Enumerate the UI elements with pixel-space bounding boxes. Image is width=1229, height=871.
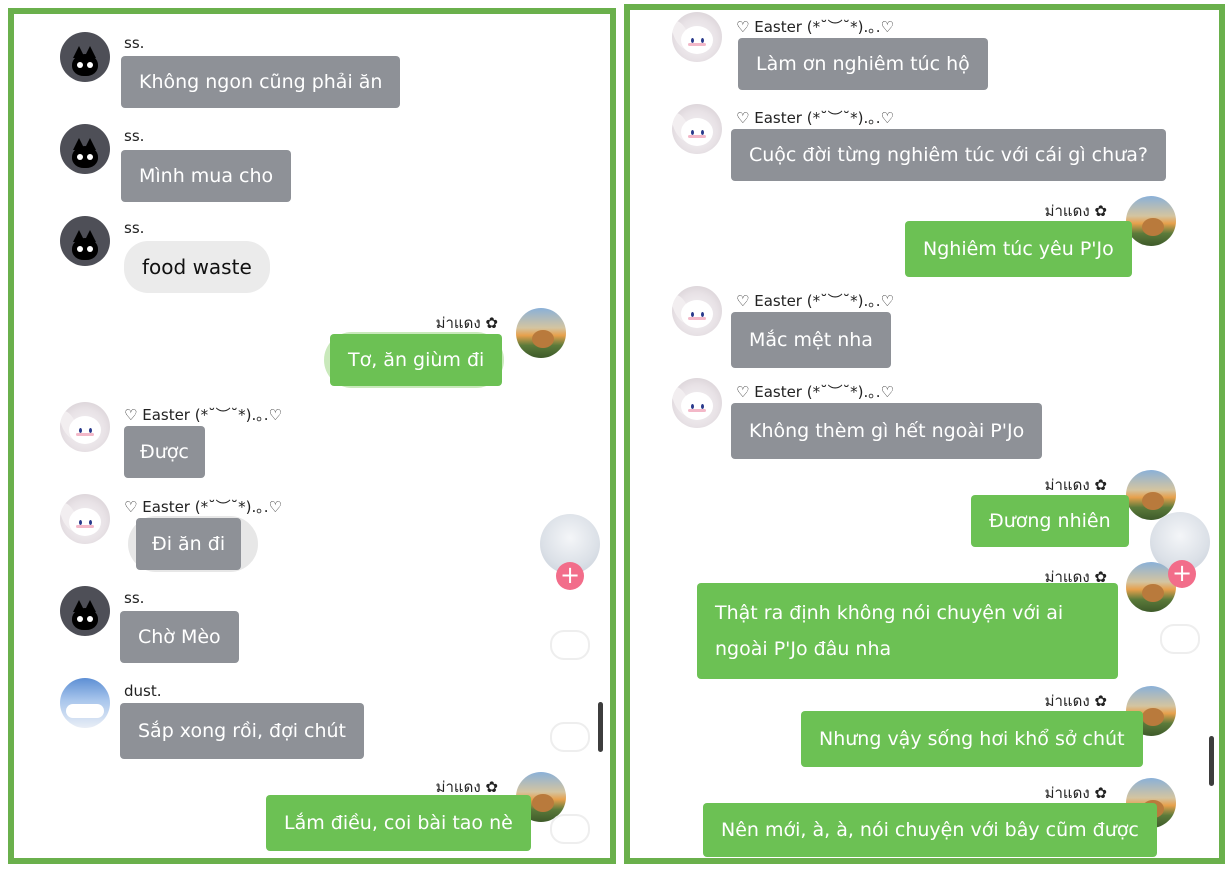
avatar-ss[interactable] — [60, 124, 110, 174]
sender-name: ss. — [124, 127, 145, 145]
sender-name: ss. — [124, 219, 145, 237]
add-plus-icon[interactable]: + — [1168, 560, 1196, 588]
message-bubble[interactable]: Đương nhiên — [971, 495, 1129, 547]
message-bubble[interactable]: Mình mua cho — [121, 150, 292, 202]
message-bubble[interactable]: Làm ơn nghiêm túc hộ — [738, 38, 988, 90]
avatar-me[interactable] — [1126, 196, 1176, 246]
avatar-me[interactable] — [516, 308, 566, 358]
avatar-easter[interactable] — [60, 494, 110, 544]
sender-name: ♡ Easter (*˘︶˘*).｡.♡ — [124, 498, 282, 516]
avatar-me[interactable] — [1126, 470, 1176, 520]
chat-panel-left: ss. Không ngon cũng phải ăn ss. Mình mua… — [8, 8, 616, 864]
sender-name: ♡ Easter (*˘︶˘*).｡.♡ — [736, 292, 894, 310]
message-bubble[interactable]: Không ngon cũng phải ăn — [121, 56, 401, 108]
avatar-easter[interactable] — [672, 378, 722, 428]
sender-name: ss. — [124, 589, 145, 607]
message-bubble[interactable]: Nên mới, à, à, nói chuyện với bây cũm đư… — [703, 803, 1157, 857]
message-bubble[interactable]: Sắp xong rồi, đợi chút — [120, 703, 365, 759]
sender-name: ม่าแดง ✿ — [1044, 784, 1107, 802]
sender-name: ♡ Easter (*˘︶˘*).｡.♡ — [736, 18, 894, 36]
sender-name: ♡ Easter (*˘︶˘*).｡.♡ — [124, 406, 282, 424]
sender-name: ♡ Easter (*˘︶˘*).｡.♡ — [736, 109, 894, 127]
message-bubble[interactable]: Cuộc đời từng nghiêm túc với cái gì chưa… — [731, 129, 1166, 181]
message-bubble[interactable]: Tơ, ăn giùm đi — [330, 334, 503, 386]
sender-name: ♡ Easter (*˘︶˘*).｡.♡ — [736, 383, 894, 401]
sender-name: dust. — [124, 682, 162, 700]
message-bubble[interactable]: Nghiêm túc yêu P'Jo — [905, 221, 1132, 277]
message-bubble[interactable]: Được — [124, 426, 205, 478]
sender-name: ม่าแดง ✿ — [1044, 692, 1107, 710]
avatar-ss[interactable] — [60, 586, 110, 636]
avatar-easter[interactable] — [672, 104, 722, 154]
more-icon[interactable] — [550, 722, 590, 752]
avatar-ss[interactable] — [60, 216, 110, 266]
sender-name: ม่าแดง ✿ — [1044, 202, 1107, 220]
message-bubble[interactable]: Chờ Mèo — [120, 611, 239, 663]
scrollbar[interactable] — [1209, 736, 1214, 786]
avatar-easter[interactable] — [672, 12, 722, 62]
sender-name: ss. — [124, 34, 145, 52]
scrollbar[interactable] — [598, 702, 603, 752]
sender-name: ม่าแดง ✿ — [1044, 476, 1107, 494]
message-bubble[interactable]: Lắm điều, coi bài tao nè — [266, 795, 531, 851]
message-bubble[interactable]: Mắc mệt nha — [731, 312, 891, 368]
avatar-easter[interactable] — [60, 402, 110, 452]
avatar-ss[interactable] — [60, 32, 110, 82]
message-bubble[interactable]: Nhưng vậy sống hơi khổ sở chút — [801, 711, 1143, 767]
message-bubble[interactable]: Thật ra định không nói chuyện với ai ngo… — [697, 583, 1118, 679]
chat-panel-right: ♡ Easter (*˘︶˘*).｡.♡ Làm ơn nghiêm túc h… — [624, 4, 1225, 864]
heart-icon[interactable] — [550, 630, 590, 660]
add-plus-icon[interactable]: + — [556, 562, 584, 590]
avatar-easter[interactable] — [672, 286, 722, 336]
avatar-dust[interactable] — [60, 678, 110, 728]
heart-icon[interactable] — [1160, 624, 1200, 654]
message-bubble[interactable]: Không thèm gì hết ngoài P'Jo — [731, 403, 1043, 459]
message-bubble[interactable]: food waste — [124, 241, 270, 293]
heart-icon[interactable] — [550, 814, 590, 844]
message-bubble[interactable]: Đi ăn đi — [136, 518, 242, 570]
